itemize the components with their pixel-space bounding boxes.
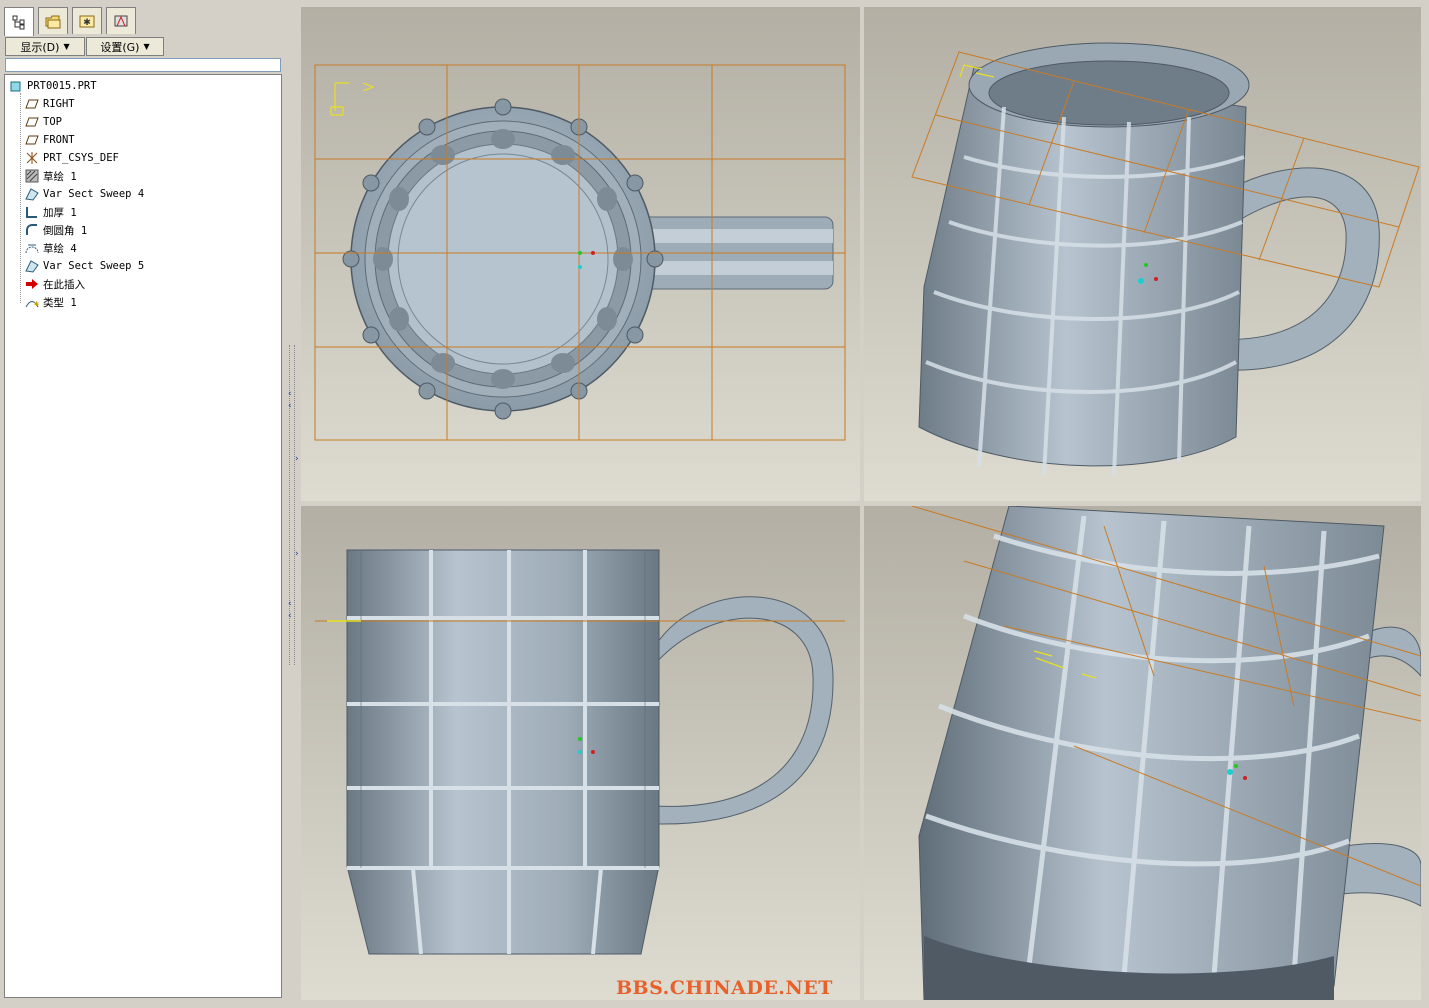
tree-item-label: 倒圆角 1 — [43, 224, 88, 237]
datum-tag-icon — [330, 82, 375, 116]
tab-connections[interactable] — [106, 7, 136, 34]
tree-root-label: PRT0015.PRT — [27, 80, 97, 92]
csys-icon — [25, 151, 39, 165]
settings-menu-button[interactable]: 设置(G) ▼ — [86, 37, 164, 56]
chevron-down-icon: ▼ — [63, 42, 70, 51]
collapse-arrow-icon[interactable]: ‹ — [288, 612, 296, 621]
tree-item-sweep-5[interactable]: Var Sect Sweep 5 — [25, 257, 144, 275]
tree-item-label: PRT_CSYS_DEF — [43, 152, 119, 164]
mug-front-view-graphic — [315, 549, 845, 955]
tree-item-label: Var Sect Sweep 4 — [43, 188, 145, 200]
datum-plane-icon — [25, 133, 39, 147]
insert-here-arrow-icon — [25, 277, 39, 291]
viewport-front-view[interactable] — [301, 506, 860, 1000]
tree-item-label: TOP — [43, 116, 62, 128]
tree-item-insert-here[interactable]: 在此插入 — [25, 275, 85, 293]
tree-item-label: 草绘 1 — [43, 170, 77, 183]
display-menu-label: 显示(D) — [20, 40, 60, 54]
tree-item-csys[interactable]: PRT_CSYS_DEF — [25, 149, 119, 167]
navigator-button-bar: 显示(D) ▼ 设置(G) ▼ — [4, 37, 284, 57]
mug-top-view-graphic — [314, 64, 846, 441]
tab-favorites[interactable]: ✱ — [72, 7, 102, 34]
viewport-top-view[interactable] — [301, 7, 860, 501]
tree-item-sweep-4[interactable]: Var Sect Sweep 4 — [25, 185, 144, 203]
tab-model-tree[interactable] — [4, 7, 34, 36]
tree-item-label: Var Sect Sweep 5 — [43, 260, 145, 272]
thicken-icon — [25, 205, 39, 219]
tree-item-sketch-1[interactable]: 草绘 1 — [25, 167, 77, 185]
datum-plane-icon — [25, 115, 39, 129]
tree-item-sketch-4[interactable]: 草绘 4 — [25, 239, 77, 257]
tree-filter-input[interactable] — [5, 58, 281, 72]
top-toolbar-strip — [0, 0, 1429, 7]
sketch-icon — [25, 169, 39, 183]
model-tree: PRT0015.PRT RIGHT TOP FRONT PRT_CSYS_DEF… — [4, 74, 282, 998]
collapse-arrow-icon[interactable]: ‹ — [288, 390, 296, 399]
tree-item-round-1[interactable]: 倒圆角 1 — [25, 221, 87, 239]
display-menu-button[interactable]: 显示(D) ▼ — [5, 37, 85, 56]
svg-text:✱: ✱ — [34, 299, 39, 308]
sweep-icon — [25, 187, 39, 201]
connections-icon — [114, 15, 128, 27]
tab-folder-browser[interactable] — [38, 7, 68, 34]
tree-item-right[interactable]: RIGHT — [25, 95, 75, 113]
mug-isometric-graphic — [911, 42, 1420, 476]
round-icon — [25, 223, 39, 237]
sketch-icon — [25, 241, 39, 255]
settings-menu-label: 设置(G) — [100, 40, 140, 54]
svg-text:✱: ✱ — [83, 18, 91, 28]
right-toolbar — [1421, 7, 1429, 1000]
part-icon — [9, 79, 23, 93]
tree-item-top[interactable]: TOP — [25, 113, 62, 131]
favorites-icon: ✱ — [79, 15, 95, 28]
tree-item-label: 草绘 4 — [43, 242, 77, 255]
navigator-tabs: ✱ — [4, 7, 144, 36]
sweep-icon — [25, 259, 39, 273]
tree-item-label: RIGHT — [43, 98, 75, 110]
viewport-zoom-view[interactable] — [864, 506, 1421, 1000]
datum-plane-icon — [25, 97, 39, 111]
style-feature-icon: ✱ — [25, 295, 39, 309]
chevron-down-icon: ▼ — [143, 42, 150, 51]
folder-icon — [45, 15, 61, 29]
model-tree-icon — [12, 15, 25, 30]
tree-root[interactable]: PRT0015.PRT — [9, 77, 97, 95]
tree-item-front[interactable]: FRONT — [25, 131, 75, 149]
viewport-isometric-view[interactable] — [864, 7, 1421, 501]
tree-item-label: 类型 1 — [43, 296, 77, 309]
tree-item-style-1[interactable]: ✱ 类型 1 — [25, 293, 77, 311]
mug-zoom-graphic — [911, 506, 1421, 1000]
collapse-arrow-icon[interactable]: ‹ — [288, 402, 296, 411]
tree-guide-line — [20, 93, 21, 303]
tree-item-label: 加厚 1 — [43, 206, 77, 219]
tree-item-label: FRONT — [43, 134, 75, 146]
watermark: BBS.CHINADE.NET — [616, 977, 833, 999]
tree-item-label: 在此插入 — [43, 278, 85, 291]
collapse-arrow-icon[interactable]: ‹ — [288, 600, 296, 609]
tree-item-thicken-1[interactable]: 加厚 1 — [25, 203, 77, 221]
